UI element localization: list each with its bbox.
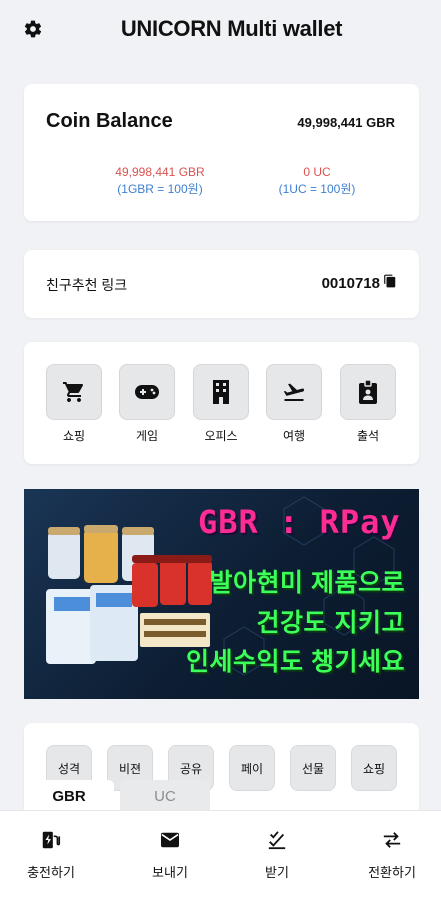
- menu-label: 여행: [282, 429, 306, 443]
- menu-button[interactable]: [340, 364, 396, 420]
- nav-label: 받기: [265, 865, 289, 880]
- nav-label: 보내기: [152, 865, 188, 880]
- nav-send[interactable]: 보내기: [125, 829, 215, 881]
- building-icon: [213, 380, 229, 404]
- uc-value: 0 UC: [303, 165, 331, 179]
- category-button[interactable]: 페이: [229, 745, 275, 791]
- tab-gbr[interactable]: GBR: [24, 780, 114, 812]
- gbr-balance: 49,998,441 GBR (1GBR = 100원): [80, 164, 240, 198]
- coin-tabs: GBR UC: [24, 780, 224, 812]
- coin-balance-card: Coin Balance 49,998,441 GBR 49,998,441 G…: [24, 84, 419, 221]
- page-title: UNICORN Multi wallet: [120, 16, 343, 41]
- category-button[interactable]: 선물: [290, 745, 336, 791]
- referral-code: 0010718: [321, 274, 380, 292]
- nav-convert[interactable]: 전환하기: [347, 829, 437, 881]
- balance-total: 49,998,441 GBR: [297, 115, 395, 130]
- mail-icon: [159, 829, 181, 851]
- referral-label: 친구추천 링크: [46, 277, 128, 293]
- gear-icon[interactable]: [22, 18, 44, 40]
- banner-line-2: 건강도 지키고: [256, 609, 405, 637]
- badge-icon: [359, 379, 377, 404]
- menu-item-game[interactable]: 게임: [119, 364, 175, 444]
- tab-uc[interactable]: UC: [120, 780, 210, 812]
- service-menu-card: 쇼핑 게임 오피스 여행 출석: [24, 342, 419, 464]
- bottom-nav: 충전하기 보내기 받기 전환하기: [0, 810, 441, 900]
- nav-charge[interactable]: 충전하기: [6, 829, 96, 881]
- gamepad-icon: [135, 385, 159, 399]
- gbr-value: 49,998,441 GBR: [115, 165, 205, 179]
- banner-line-1: 발아현미 제품으로: [209, 569, 405, 597]
- menu-item-office[interactable]: 오피스: [193, 364, 249, 444]
- menu-item-travel[interactable]: 여행: [266, 364, 322, 444]
- nav-label: 충전하기: [27, 865, 75, 880]
- nav-label: 전환하기: [368, 865, 416, 880]
- referral-card: 친구추천 링크 0010718: [24, 250, 419, 318]
- balance-title: Coin Balance: [46, 110, 173, 132]
- menu-label: 오피스: [204, 429, 238, 443]
- menu-button[interactable]: [193, 364, 249, 420]
- menu-label: 출석: [356, 429, 380, 443]
- menu-button[interactable]: [46, 364, 102, 420]
- uc-balance: 0 UC (1UC = 100원): [237, 164, 397, 198]
- double-check-icon: [266, 829, 288, 851]
- airplane-icon: [283, 383, 305, 401]
- gbr-rate: (1GBR = 100원): [117, 182, 203, 196]
- banner-title: GBR : RPay: [198, 503, 401, 541]
- banner-line-3: 인세수익도 챙기세요: [186, 648, 405, 676]
- menu-button[interactable]: [119, 364, 175, 420]
- uc-rate: (1UC = 100원): [278, 182, 356, 196]
- menu-label: 쇼핑: [62, 429, 86, 443]
- nav-receive[interactable]: 받기: [232, 829, 322, 881]
- menu-button[interactable]: [266, 364, 322, 420]
- menu-label: 게임: [135, 429, 159, 443]
- charge-icon: [40, 829, 62, 851]
- promo-banner[interactable]: GBR : RPay 발아현미 제품으로 건강도 지키고 인세수익도 챙기세요: [24, 489, 419, 699]
- cart-icon: [63, 382, 84, 402]
- menu-item-attendance[interactable]: 출석: [340, 364, 396, 444]
- category-button[interactable]: 쇼핑: [351, 745, 397, 791]
- swap-icon: [381, 829, 403, 851]
- copy-icon[interactable]: [383, 274, 397, 292]
- menu-item-shopping[interactable]: 쇼핑: [46, 364, 102, 444]
- app-header: UNICORN Multi wallet: [0, 0, 441, 58]
- referral-code-copy[interactable]: 0010718: [322, 274, 397, 292]
